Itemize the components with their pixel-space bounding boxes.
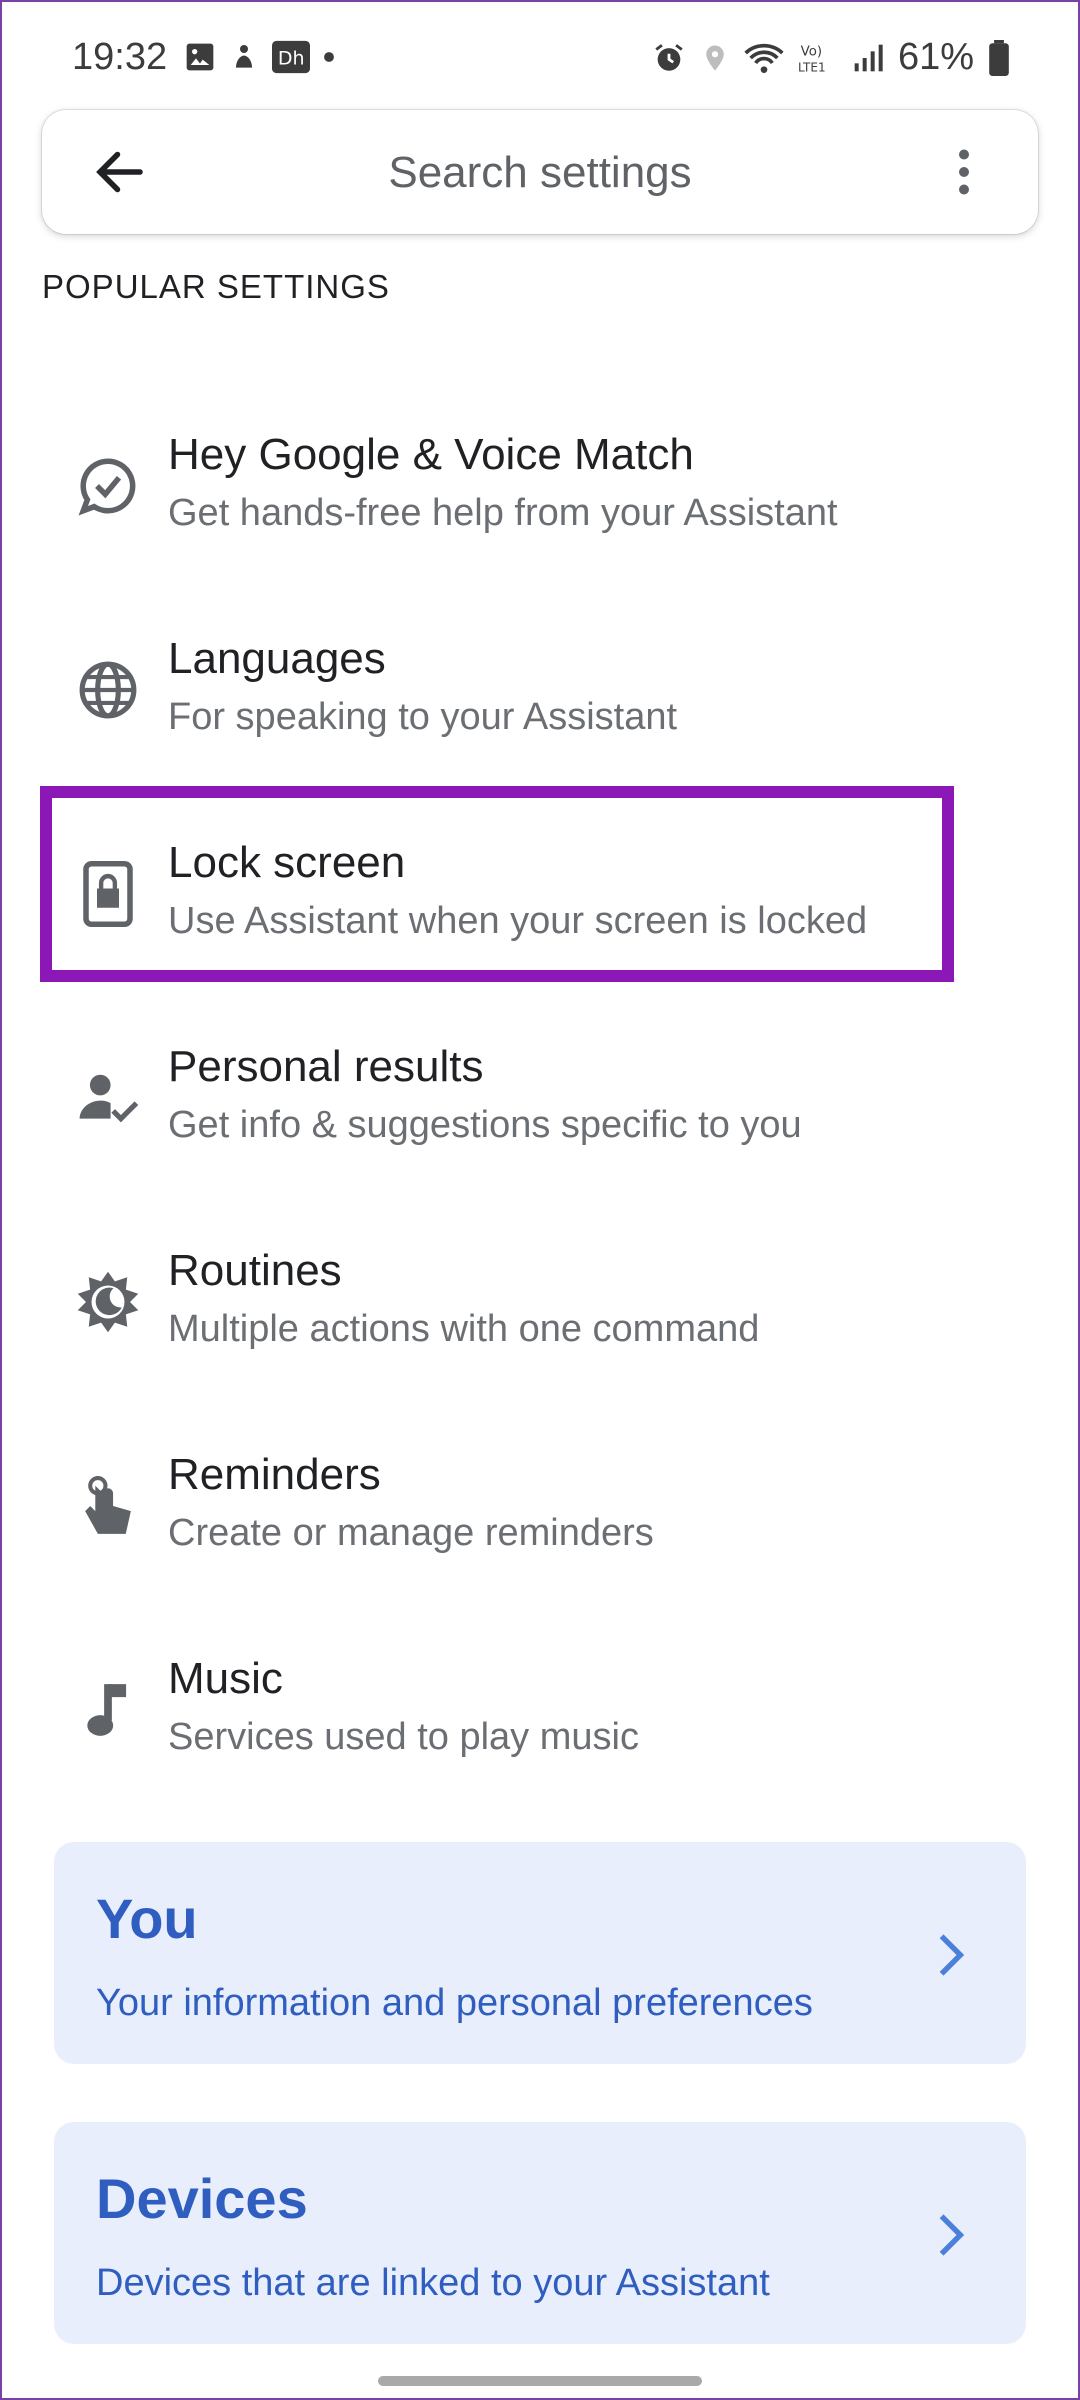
list-item-reminders[interactable]: Reminders Create or manage reminders xyxy=(42,1428,1032,1598)
gesture-bar[interactable] xyxy=(378,2376,702,2386)
item-title: Routines xyxy=(168,1246,342,1295)
game-icon xyxy=(236,45,252,68)
list-item-routines[interactable]: Routines Multiple actions with one comma… xyxy=(42,1224,1032,1394)
item-subtitle: Get info & suggestions specific to you xyxy=(168,1104,802,1146)
card-devices[interactable]: Devices Devices that are linked to your … xyxy=(54,2122,1026,2344)
status-right-icons: Vo) LTE1 61% xyxy=(652,36,1010,79)
routines-icon xyxy=(60,1254,156,1350)
chevron-right-icon xyxy=(939,1934,965,1976)
alarm-icon xyxy=(655,43,683,71)
item-subtitle: Get hands-free help from your Assistant xyxy=(168,492,838,534)
card-subtitle: Your information and personal preference… xyxy=(96,1982,813,2024)
battery-percent: 61% xyxy=(897,36,974,78)
gallery-icon xyxy=(186,43,214,71)
wifi-icon xyxy=(744,43,784,73)
volte-icon: Vo)LTE1 xyxy=(798,44,826,74)
status-bar: 19:32 Dh Vo) LTE1 61% xyxy=(0,0,1080,110)
location-icon xyxy=(706,45,724,70)
dot-icon xyxy=(324,52,334,62)
list-item-music[interactable]: Music Services used to play music xyxy=(42,1632,1032,1802)
status-left-icons: Dh xyxy=(184,40,336,74)
item-title: Reminders xyxy=(168,1450,381,1499)
item-subtitle: Multiple actions with one command xyxy=(168,1308,760,1350)
status-time: 19:32 xyxy=(72,36,168,78)
search-bar[interactable]: Search settings xyxy=(42,110,1038,234)
card-title: Devices xyxy=(96,2167,308,2230)
card-title: You xyxy=(96,1887,198,1950)
item-subtitle: Create or manage reminders xyxy=(168,1512,654,1554)
highlight-box xyxy=(40,786,954,982)
list-item-languages[interactable]: Languages For speaking to your Assistant xyxy=(42,612,1032,782)
svg-text:Vo): Vo) xyxy=(801,44,822,59)
list-item-voice-match[interactable]: Hey Google & Voice Match Get hands-free … xyxy=(42,408,1032,578)
item-subtitle: For speaking to your Assistant xyxy=(168,696,678,738)
globe-icon xyxy=(60,642,156,738)
chevron-right-icon xyxy=(939,2214,965,2256)
list-item-personal-results[interactable]: Personal results Get info & suggestions … xyxy=(42,1020,1032,1190)
svg-text:Dh: Dh xyxy=(278,47,305,69)
voice-match-icon xyxy=(60,438,156,534)
search-input[interactable]: Search settings xyxy=(42,148,1038,198)
item-title: Languages xyxy=(168,634,386,683)
music-icon xyxy=(60,1662,156,1758)
item-title: Music xyxy=(168,1654,283,1703)
section-title: POPULAR SETTINGS xyxy=(42,268,390,305)
personal-results-icon xyxy=(60,1050,156,1146)
card-you[interactable]: You Your information and personal prefer… xyxy=(54,1842,1026,2064)
disney-icon: Dh xyxy=(272,40,310,74)
signal-icon xyxy=(854,44,883,71)
more-vert-icon[interactable] xyxy=(934,142,994,202)
reminders-icon xyxy=(60,1458,156,1554)
battery-icon xyxy=(989,39,1009,76)
card-subtitle: Devices that are linked to your Assistan… xyxy=(96,2262,770,2304)
svg-text:LTE1: LTE1 xyxy=(798,60,826,74)
item-title: Personal results xyxy=(168,1042,484,1091)
item-title: Hey Google & Voice Match xyxy=(168,430,694,479)
item-subtitle: Services used to play music xyxy=(168,1716,639,1758)
